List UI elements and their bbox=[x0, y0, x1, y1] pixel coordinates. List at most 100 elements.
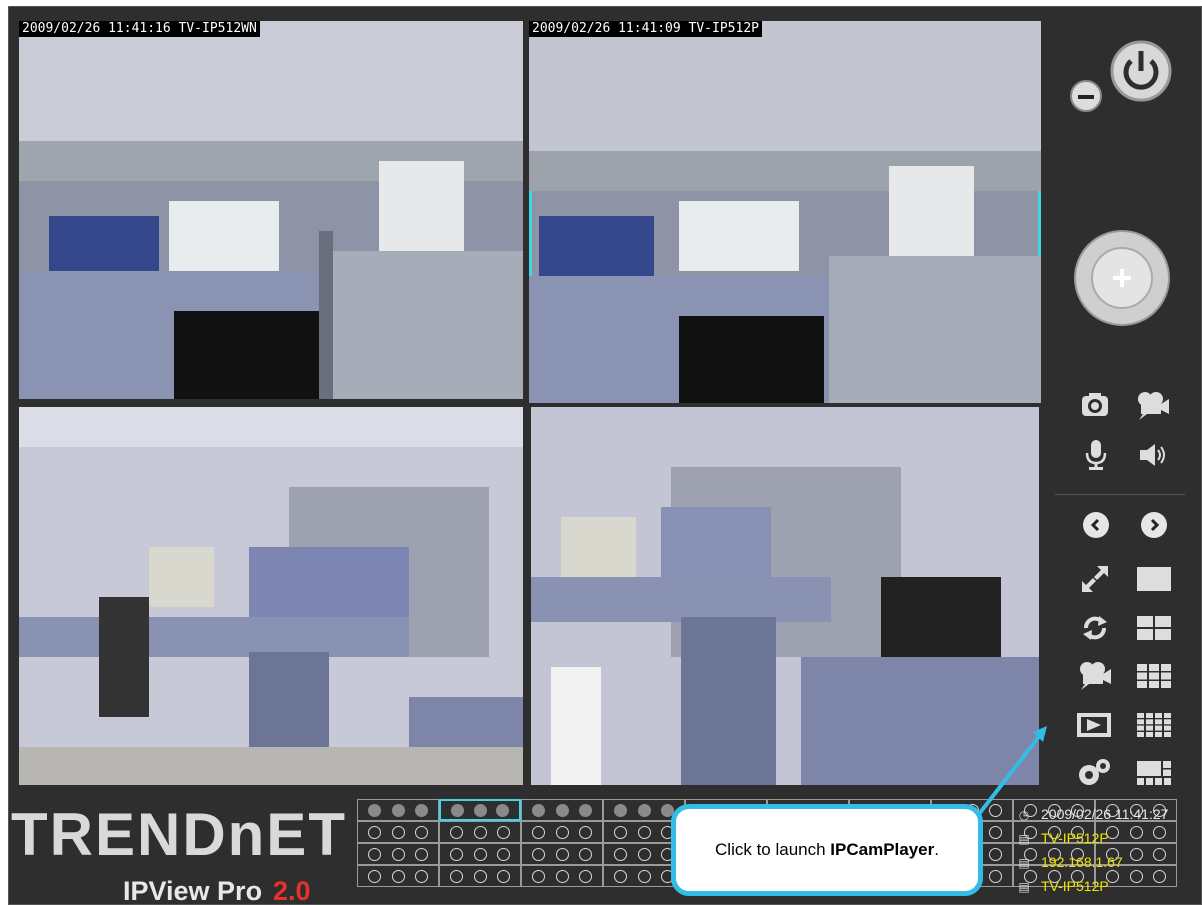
layout-custom-button[interactable] bbox=[1135, 758, 1173, 788]
camera-slot-icon bbox=[614, 847, 628, 861]
camera-slot-icon bbox=[473, 803, 487, 817]
camera-slot-icon bbox=[473, 825, 487, 839]
layout-custom-icon bbox=[1137, 761, 1171, 785]
camera-slot-icon bbox=[450, 847, 464, 861]
fullscreen-icon bbox=[1082, 566, 1108, 592]
camera-slot-group[interactable] bbox=[439, 865, 521, 887]
camera-slot-icon bbox=[637, 825, 651, 839]
camera-slot-group[interactable] bbox=[439, 821, 521, 843]
camera-slot-icon bbox=[368, 869, 382, 883]
camera-slot-icon bbox=[391, 847, 405, 861]
record-icon bbox=[1138, 392, 1169, 420]
settings-icon bbox=[1079, 759, 1110, 785]
camera-slot-icon bbox=[532, 825, 546, 839]
camera-view-2[interactable]: 2009/02/26 11:41:09 TV-IP512P bbox=[529, 21, 1041, 403]
layout-16-icon bbox=[1137, 713, 1171, 737]
record-button[interactable] bbox=[1133, 387, 1173, 423]
camera-slot-icon bbox=[1152, 869, 1166, 883]
camera-slot-group[interactable] bbox=[521, 821, 603, 843]
document-icon: ▤ bbox=[1018, 880, 1030, 894]
camera-slot-icon bbox=[614, 825, 628, 839]
camera-slot-icon bbox=[578, 803, 592, 817]
camera-slot-icon bbox=[988, 825, 1002, 839]
camera-slot-icon bbox=[1152, 825, 1166, 839]
camera-view-1[interactable]: 2009/02/26 11:41:16 TV-IP512WN bbox=[19, 21, 523, 399]
next-button[interactable] bbox=[1139, 510, 1169, 540]
playback-camera-button[interactable] bbox=[1075, 657, 1115, 693]
camera-slot-icon bbox=[1129, 847, 1143, 861]
camera-slot-group[interactable] bbox=[521, 799, 603, 821]
layout-9-button[interactable] bbox=[1135, 661, 1173, 691]
callout-tooltip: Click to launch IPCamPlayer. bbox=[671, 804, 983, 896]
camera-timestamp: 2009/02/26 11:41:16 TV-IP512WN bbox=[19, 21, 260, 37]
trendnet-logo: TRENDnET IPView Pro 2.0 bbox=[11, 797, 351, 904]
camera-slot-group[interactable] bbox=[357, 843, 439, 865]
camera-slot-icon bbox=[414, 825, 428, 839]
document-icon: ▤ bbox=[1018, 832, 1030, 846]
previous-button[interactable] bbox=[1081, 510, 1111, 540]
camera-view-3[interactable] bbox=[19, 407, 523, 785]
camera-feed-3 bbox=[19, 407, 523, 785]
patrol-button[interactable] bbox=[1077, 610, 1113, 646]
camera-timestamp: 2009/02/26 11:41:09 TV-IP512P bbox=[529, 21, 762, 37]
camera-slot-icon bbox=[614, 803, 628, 817]
camera-slot-icon bbox=[496, 869, 510, 883]
camera-view-4[interactable] bbox=[531, 407, 1039, 785]
camera-slot-icon bbox=[532, 803, 546, 817]
camera-slot-icon bbox=[637, 847, 651, 861]
control-divider bbox=[1055, 494, 1185, 495]
ptz-joystick[interactable] bbox=[1073, 229, 1171, 327]
camera-slot-icon bbox=[988, 869, 1002, 883]
camera-slot-icon bbox=[988, 847, 1002, 861]
status-model: ▤ TV-IP512P bbox=[1018, 878, 1109, 894]
camera-slot-icon bbox=[532, 869, 546, 883]
microphone-button[interactable] bbox=[1079, 437, 1113, 473]
camera-slot-icon bbox=[1129, 869, 1143, 883]
fullscreen-button[interactable] bbox=[1077, 562, 1113, 596]
camera-slot-group[interactable] bbox=[521, 865, 603, 887]
camera-feed-1 bbox=[19, 21, 523, 399]
power-icon bbox=[1110, 40, 1172, 102]
camera-slot-icon bbox=[391, 869, 405, 883]
layout-1-button[interactable] bbox=[1135, 564, 1173, 594]
camera-slot-icon bbox=[414, 869, 428, 883]
camera-slot-icon bbox=[555, 803, 569, 817]
ipcamplayer-button[interactable] bbox=[1073, 707, 1115, 743]
camera-slot-icon bbox=[532, 847, 546, 861]
camera-slot-group[interactable] bbox=[357, 799, 439, 821]
camera-feed-4 bbox=[531, 407, 1039, 785]
playback-camera-icon bbox=[1080, 662, 1111, 690]
settings-button[interactable] bbox=[1075, 755, 1115, 789]
camera-slot-icon bbox=[637, 803, 651, 817]
camera-slot-icon bbox=[578, 869, 592, 883]
minimize-button[interactable] bbox=[1069, 79, 1103, 113]
camera-slot-group[interactable] bbox=[357, 821, 439, 843]
trendnet-logo-image: TRENDnET IPView Pro 2.0 bbox=[11, 801, 347, 904]
camera-slot-group[interactable] bbox=[357, 865, 439, 887]
patrol-icon bbox=[1083, 616, 1107, 640]
microphone-icon bbox=[1085, 440, 1107, 470]
status-camera-name: ▤ TV-IP512P bbox=[1018, 830, 1109, 846]
camera-slot-icon bbox=[555, 869, 569, 883]
next-icon bbox=[1141, 512, 1167, 538]
layout-4-button[interactable] bbox=[1135, 613, 1173, 643]
layout-1-icon bbox=[1137, 567, 1171, 591]
minimize-icon bbox=[1070, 80, 1102, 112]
snapshot-button[interactable] bbox=[1077, 387, 1113, 423]
camera-slot-group[interactable] bbox=[439, 799, 521, 821]
camera-slot-group[interactable] bbox=[521, 843, 603, 865]
layout-9-icon bbox=[1137, 664, 1171, 688]
camera-slot-icon bbox=[637, 869, 651, 883]
speaker-button[interactable] bbox=[1135, 437, 1171, 473]
camera-slot-icon bbox=[368, 803, 382, 817]
camera-slot-icon bbox=[555, 825, 569, 839]
layout-16-button[interactable] bbox=[1135, 710, 1173, 740]
camera-feed-2 bbox=[529, 21, 1041, 403]
camera-slot-icon bbox=[614, 869, 628, 883]
camera-slot-group[interactable] bbox=[439, 843, 521, 865]
camera-slot-icon bbox=[391, 803, 405, 817]
power-button[interactable] bbox=[1109, 39, 1173, 103]
logo-text: TRENDnET bbox=[11, 801, 347, 868]
camera-slot-icon bbox=[555, 847, 569, 861]
ipview-pro-window: 2009/02/26 11:41:16 TV-IP512WN 2009/02/2… bbox=[8, 6, 1202, 905]
